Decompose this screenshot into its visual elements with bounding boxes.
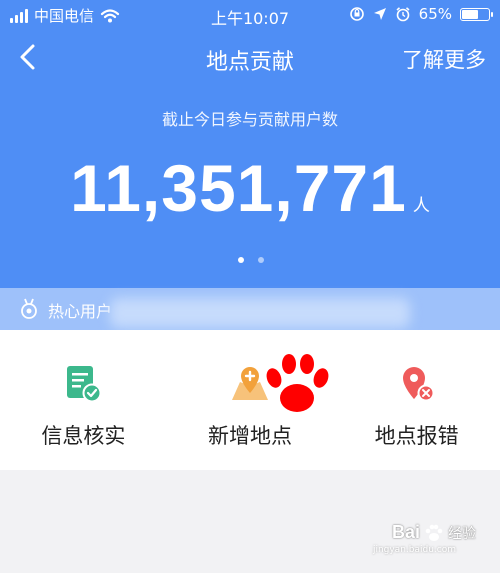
learn-more-link[interactable]: 了解更多: [402, 44, 486, 74]
report-error-label: 地点报错: [374, 424, 459, 448]
medal-icon: [21, 298, 37, 319]
report-error-icon: [402, 367, 435, 402]
battery-icon: [460, 7, 493, 21]
status-right: 65%: [349, 5, 493, 23]
add-place-label: 新增地点: [208, 424, 292, 448]
contributors-caption: 截止今日参与贡献用户数: [161, 110, 338, 129]
page-dot: [258, 257, 264, 263]
verify-info-label: 信息核实: [41, 424, 126, 448]
ticker-text: 热心用户: [48, 302, 113, 321]
report-error-button[interactable]: 地点报错: [333, 330, 500, 470]
hero-banner: 中国电信 上午10:07 65% 地点贡献 了解更多 截止今日参与贡献用户数 1…: [0, 0, 500, 288]
count-unit: 人: [412, 196, 430, 216]
location-arrow-icon: [373, 8, 386, 20]
paw-annotation-icon: [266, 354, 329, 412]
page-dot-active: [238, 257, 244, 263]
blurred-username: [110, 298, 410, 328]
watermark-brand: Bai: [391, 522, 420, 542]
nav-bar: 地点贡献 了解更多: [0, 36, 500, 80]
battery-percent: 65%: [418, 5, 452, 23]
baidu-paw-icon: [425, 524, 443, 541]
orientation-lock-icon: [349, 7, 364, 21]
contributor-count: 11,351,771: [70, 151, 407, 225]
verify-info-button[interactable]: 信息核实: [0, 330, 167, 470]
watermark-suffix: 经验: [448, 525, 476, 542]
contributor-count-block: 11,351,771 人: [0, 150, 500, 226]
action-row: 信息核实 新增地点 地点报错: [0, 330, 500, 470]
baidu-watermark: Bai 经验: [392, 522, 476, 543]
watermark-url: jingyan.baidu.com: [372, 545, 456, 555]
alarm-icon: [396, 7, 410, 22]
page-indicator: [238, 257, 264, 263]
status-bar: 中国电信 上午10:07 65%: [0, 0, 500, 28]
verify-info-icon: [67, 366, 102, 403]
